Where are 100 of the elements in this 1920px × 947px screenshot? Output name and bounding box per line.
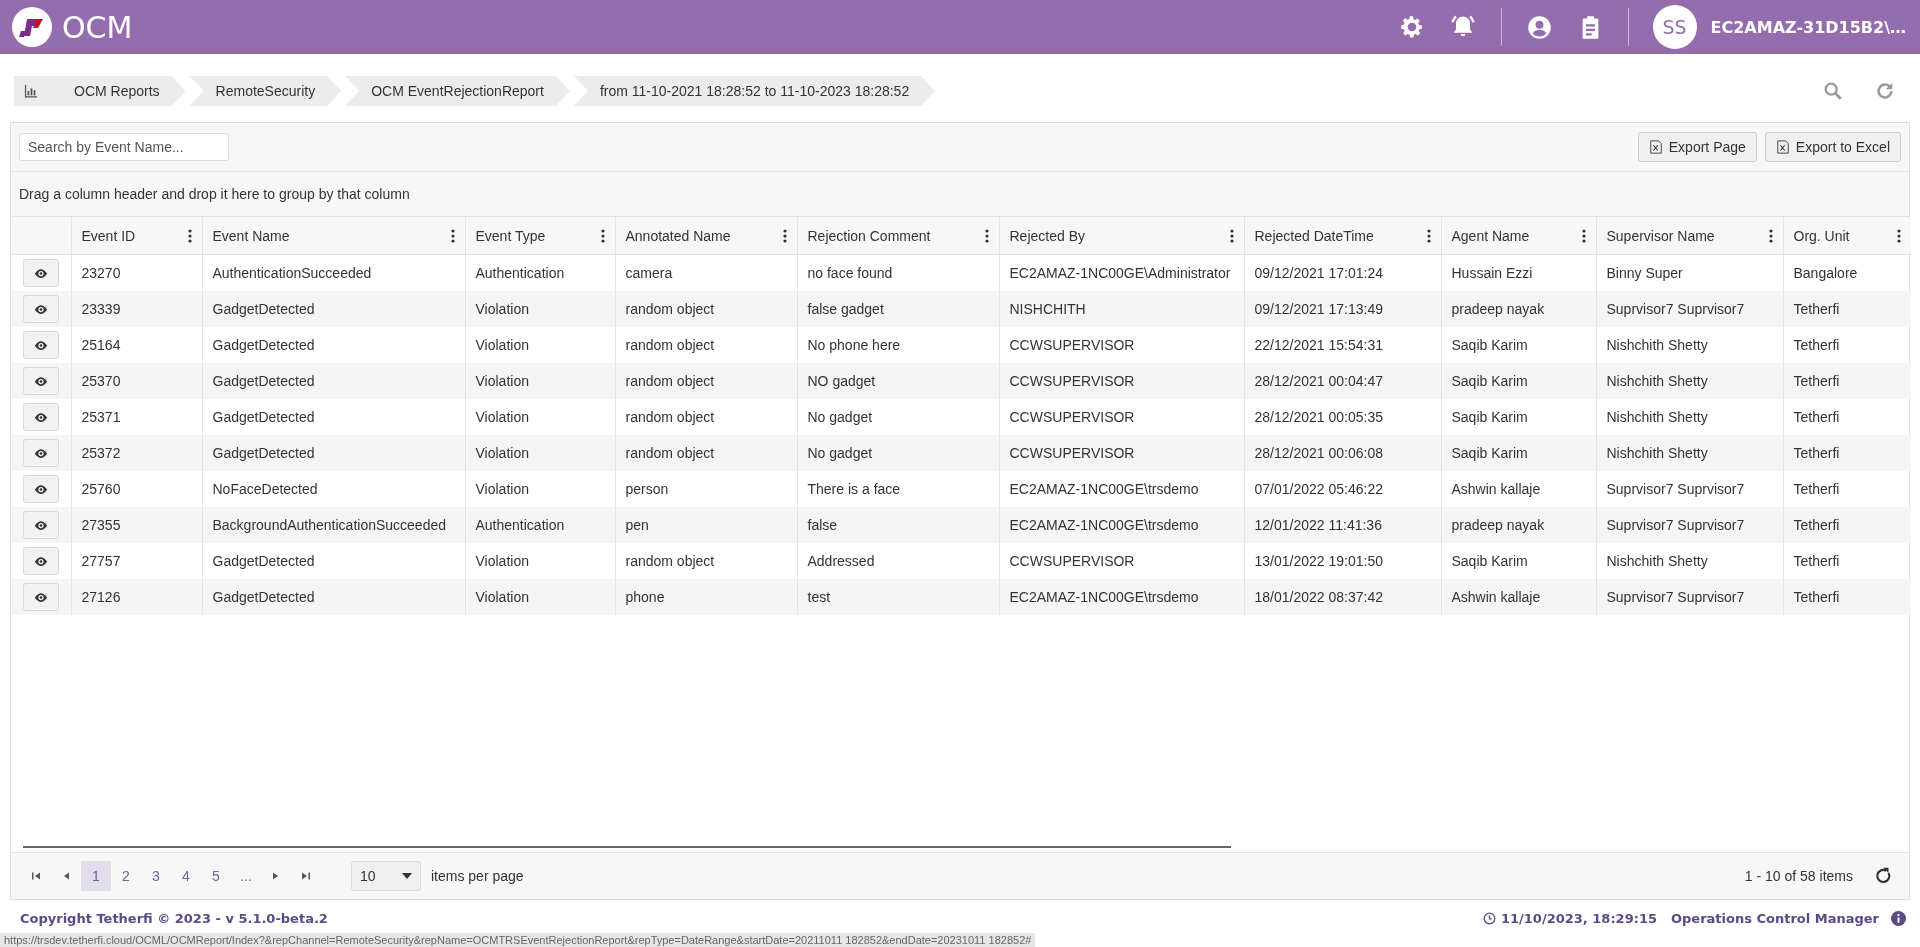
eye-icon: [33, 520, 48, 530]
column-header[interactable]: Annotated Name: [615, 217, 797, 255]
column-header[interactable]: Event Name: [202, 217, 465, 255]
view-button[interactable]: [22, 583, 59, 611]
eye-icon: [33, 448, 48, 458]
column-header[interactable]: Supervisor Name: [1596, 217, 1783, 255]
search-field[interactable]: Search by Event Name...: [19, 133, 229, 161]
view-button[interactable]: [22, 475, 59, 503]
pager-summary: 1 - 10 of 58 items: [1744, 868, 1853, 884]
user-icon[interactable]: [1525, 13, 1553, 41]
page-link[interactable]: 3: [141, 861, 171, 891]
eye-icon: [33, 304, 48, 314]
page-link[interactable]: 5: [201, 861, 231, 891]
kebab-menu-icon[interactable]: [1426, 228, 1431, 243]
table-cell: 12/01/2022 11:41:36: [1244, 507, 1441, 543]
kebab-menu-icon[interactable]: [984, 228, 989, 243]
column-header[interactable]: Event ID: [71, 217, 202, 255]
kebab-menu-icon[interactable]: [600, 228, 605, 243]
eye-icon: [33, 556, 48, 566]
page-link[interactable]: ...: [231, 861, 261, 891]
refresh-icon[interactable]: [1875, 867, 1893, 885]
table-cell: Violation: [465, 435, 615, 471]
table-cell: Tetherfi: [1783, 579, 1911, 615]
search-icon[interactable]: [1822, 80, 1844, 102]
table-cell: pradeep nayak: [1441, 291, 1596, 327]
table-cell: Violation: [465, 579, 615, 615]
kebab-menu-icon[interactable]: [187, 228, 192, 243]
table-cell: Violation: [465, 363, 615, 399]
table-cell: NISHCHITH: [999, 291, 1244, 327]
eye-icon: [33, 484, 48, 494]
table-cell: EC2AMAZ-1NC00GE\trsdemo: [999, 579, 1244, 615]
table-cell: false gadget: [797, 291, 999, 327]
table-cell: random object: [615, 435, 797, 471]
view-button[interactable]: [22, 547, 59, 575]
kebab-menu-icon[interactable]: [1897, 228, 1901, 243]
info-icon[interactable]: [1891, 910, 1906, 926]
bar-chart-icon: [24, 84, 38, 98]
table-cell: Ashwin kallaje: [1441, 579, 1596, 615]
column-header[interactable]: Rejection Comment: [797, 217, 999, 255]
column-header[interactable]: Rejected DateTime: [1244, 217, 1441, 255]
settings-icon[interactable]: [1398, 14, 1425, 40]
kebab-menu-icon[interactable]: [1768, 228, 1773, 243]
table-cell: Suprvisor7 Suprvisor7: [1596, 291, 1783, 327]
table-cell: phone: [615, 579, 797, 615]
column-header[interactable]: Event Type: [465, 217, 615, 255]
table-cell: 27355: [71, 507, 202, 543]
table-cell: 09/12/2021 17:13:49: [1244, 291, 1441, 327]
table-cell: Suprvisor7 Suprvisor7: [1596, 579, 1783, 615]
table-cell: Nishchith Shetty: [1596, 435, 1783, 471]
table-cell: Tetherfi: [1783, 363, 1911, 399]
page-link[interactable]: 4: [171, 861, 201, 891]
excel-file-icon: [1648, 140, 1663, 154]
kebab-menu-icon[interactable]: [782, 228, 787, 243]
page-link[interactable]: 2: [111, 861, 141, 891]
table-cell: Saqib Karim: [1441, 363, 1596, 399]
table-cell: No gadget: [797, 435, 999, 471]
view-button[interactable]: [22, 439, 59, 467]
view-button[interactable]: [22, 403, 59, 431]
avatar[interactable]: SS: [1652, 5, 1697, 49]
view-button[interactable]: [22, 367, 59, 395]
column-header[interactable]: Agent Name: [1441, 217, 1596, 255]
table-cell: Authentication: [465, 507, 615, 543]
breadcrumb-item[interactable]: OCM EventRejectionReport: [345, 76, 570, 106]
page-size-select[interactable]: 10: [351, 861, 421, 891]
app-name: Operations Control Manager: [1671, 910, 1879, 926]
export-button[interactable]: Export to Excel: [1764, 132, 1901, 162]
table-cell: random object: [615, 363, 797, 399]
table-cell: Saqib Karim: [1441, 435, 1596, 471]
breadcrumb-item[interactable]: RemoteSecurity: [189, 76, 342, 106]
breadcrumb-item[interactable]: from 11-10-2021 18:28:52 to 11-10-2023 18:28:52: [573, 76, 936, 106]
eye-icon: [33, 412, 48, 422]
user-name[interactable]: EC2AMAZ-31D15B2\…: [1710, 17, 1906, 37]
page-link[interactable]: 1: [81, 861, 111, 891]
first-page-icon[interactable]: [31, 871, 41, 881]
column-header[interactable]: Rejected By: [999, 217, 1244, 255]
table-cell: CCWSUPERVISOR: [999, 363, 1244, 399]
table-cell: 18/01/2022 08:37:42: [1244, 579, 1441, 615]
breadcrumb-item[interactable]: OCM Reports: [14, 76, 186, 106]
eye-icon: [33, 268, 48, 278]
table-cell: Tetherfi: [1783, 435, 1911, 471]
copyright-text: Copyright Tetherfi © 2023 - v 5.1.0-beta.2: [20, 910, 328, 926]
kebab-menu-icon[interactable]: [450, 228, 455, 243]
view-button[interactable]: [22, 511, 59, 539]
kebab-menu-icon[interactable]: [1229, 228, 1234, 243]
view-button[interactable]: [22, 295, 59, 323]
view-button[interactable]: [22, 331, 59, 359]
view-button[interactable]: [22, 259, 59, 287]
kebab-menu-icon[interactable]: [1581, 228, 1586, 243]
table-cell: BackgroundAuthenticationSucceeded: [202, 507, 465, 543]
table-cell: 27126: [71, 579, 202, 615]
excel-file-icon: [1775, 140, 1790, 154]
last-page-icon[interactable]: [301, 871, 311, 881]
group-hint: Drag a column header and drop it here to group by that column: [19, 186, 410, 202]
scrollbar[interactable]: [23, 846, 1231, 848]
column-header[interactable]: Org. Unit: [1783, 217, 1911, 255]
table-cell: CCWSUPERVISOR: [999, 435, 1244, 471]
table-cell: 25370: [71, 363, 202, 399]
table-cell: Violation: [465, 291, 615, 327]
table-cell: Tetherfi: [1783, 507, 1911, 543]
export-button[interactable]: Export Page: [1637, 132, 1757, 162]
